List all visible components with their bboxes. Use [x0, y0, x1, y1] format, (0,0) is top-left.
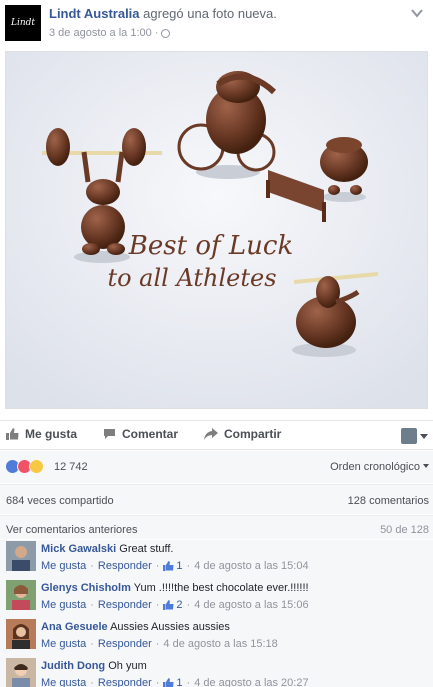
- share-count-link[interactable]: 684 veces compartido: [6, 495, 114, 507]
- viewer-avatar: [401, 428, 417, 444]
- post-actions-bar: Me gusta Comentar Compartir: [0, 420, 433, 450]
- comment-like-link[interactable]: Me gusta: [41, 677, 86, 687]
- post-stats-row: 684 veces compartido 128 comentarios: [0, 484, 433, 514]
- wow-reaction-icon: [29, 459, 44, 474]
- comment-meta: Me gusta · Responder · 1 · 4 de agosto a…: [41, 677, 309, 687]
- reaction-icons[interactable]: [5, 459, 44, 474]
- thumbs-up-icon: [163, 678, 174, 687]
- comment-count: 128 comentarios: [347, 495, 429, 507]
- commenter-name[interactable]: Mick Gawalski: [41, 543, 116, 555]
- thumbs-up-icon: [163, 561, 174, 571]
- view-previous-comments-link[interactable]: Ver comentarios anteriores: [6, 524, 137, 536]
- comments-shown-count: 50 de 128: [380, 524, 429, 536]
- post-photo[interactable]: Best of Luck to all Athletes: [5, 51, 428, 409]
- globe-icon: [161, 28, 171, 38]
- comment-text-row: Mick Gawalski Great stuff.: [41, 543, 174, 555]
- commenter-name[interactable]: Ana Gesuele: [41, 621, 108, 633]
- post-as-selector[interactable]: [401, 428, 428, 444]
- comment-text-row: Judith Dong Oh yum: [41, 660, 147, 672]
- page-avatar[interactable]: Lindt: [5, 5, 41, 41]
- photo-script-line1: Best of Luck: [128, 231, 293, 261]
- reactions-row: 12 742 Orden cronológico: [0, 451, 433, 483]
- comment-timestamp[interactable]: 4 de agosto a las 15:04: [194, 560, 308, 572]
- comment-like-link[interactable]: Me gusta: [41, 560, 86, 572]
- commenter-avatar[interactable]: [6, 541, 36, 571]
- comment-meta: Me gusta · Responder · 1 · 4 de agosto a…: [41, 560, 309, 572]
- comment-like-link[interactable]: Me gusta: [41, 599, 86, 611]
- page-name-link[interactable]: Lindt Australia: [49, 6, 140, 21]
- comment-reply-link[interactable]: Responder: [98, 638, 152, 650]
- comment-item: Mick Gawalski Great stuff. Me gusta · Re…: [0, 540, 433, 578]
- commenter-avatar[interactable]: [6, 658, 36, 687]
- photo-script-line2: to all Athletes: [107, 264, 276, 292]
- comment-like-link[interactable]: Me gusta: [41, 638, 86, 650]
- comment-timestamp[interactable]: 4 de agosto a las 15:06: [194, 599, 308, 611]
- comment-text-row: Glenys Chisholm Yum .!!!!the best chocol…: [41, 582, 309, 594]
- commenter-name[interactable]: Judith Dong: [41, 660, 105, 672]
- comment-like-count[interactable]: 2: [176, 599, 182, 611]
- comment-list: Mick Gawalski Great stuff. Me gusta · Re…: [0, 540, 433, 687]
- share-button-label: Compartir: [224, 427, 282, 441]
- comment-item: Judith Dong Oh yum Me gusta · Responder …: [0, 657, 433, 687]
- comment-body: Oh yum: [108, 660, 147, 672]
- comment-meta: Me gusta · Responder · 4 de agosto a las…: [41, 638, 278, 650]
- post-action-text: agregó una foto nueva.: [143, 6, 277, 21]
- comment-timestamp[interactable]: 4 de agosto a las 20:27: [194, 677, 308, 687]
- facebook-post: Lindt Lindt Australia agregó una foto nu…: [0, 0, 433, 687]
- caret-down-icon: [420, 429, 428, 443]
- commenter-avatar[interactable]: [6, 580, 36, 610]
- comment-bubble-icon: [103, 428, 116, 440]
- post-title: Lindt Australia agregó una foto nueva.: [49, 6, 277, 21]
- commenter-name[interactable]: Glenys Chisholm: [41, 582, 131, 594]
- post-timestamp-row: 3 de agosto a la 1:00 ·: [49, 27, 171, 39]
- comment-text-row: Ana Gesuele Aussies Aussies aussies: [41, 621, 230, 633]
- comment-like-count[interactable]: 1: [176, 677, 182, 687]
- like-button-label: Me gusta: [25, 427, 78, 441]
- comment-reply-link[interactable]: Responder: [98, 560, 152, 572]
- comment-button-label: Comentar: [122, 427, 179, 441]
- comment-body: Great stuff.: [119, 543, 174, 555]
- comment-item: Glenys Chisholm Yum .!!!!the best chocol…: [0, 579, 433, 617]
- comment-reply-link[interactable]: Responder: [98, 677, 152, 687]
- post-header: Lindt Lindt Australia agregó una foto nu…: [0, 0, 433, 48]
- comment-order-dropdown[interactable]: Orden cronológico: [330, 461, 429, 473]
- more-comments-row: Ver comentarios anteriores 50 de 128: [0, 515, 433, 539]
- thumbs-up-icon: [6, 428, 19, 440]
- comment-meta: Me gusta · Responder · 2 · 4 de agosto a…: [41, 599, 309, 611]
- commenter-avatar[interactable]: [6, 619, 36, 649]
- comment-body: Yum .!!!!the best chocolate ever.!!!!!!: [133, 582, 309, 594]
- comment-like-count[interactable]: 1: [176, 560, 182, 572]
- share-button[interactable]: Compartir: [204, 427, 281, 441]
- share-arrow-icon: [204, 428, 218, 440]
- comment-item: Ana Gesuele Aussies Aussies aussies Me g…: [0, 618, 433, 656]
- comment-body: Aussies Aussies aussies: [110, 621, 230, 633]
- comment-reply-link[interactable]: Responder: [98, 599, 152, 611]
- thumbs-up-icon: [163, 600, 174, 610]
- post-timestamp[interactable]: 3 de agosto a la 1:00: [49, 27, 152, 39]
- like-button[interactable]: Me gusta: [6, 427, 77, 441]
- chevron-down-icon[interactable]: [409, 6, 425, 20]
- comment-button[interactable]: Comentar: [103, 427, 178, 441]
- reaction-count[interactable]: 12 742: [54, 461, 88, 473]
- comment-timestamp[interactable]: 4 de agosto a las 15:18: [163, 638, 277, 650]
